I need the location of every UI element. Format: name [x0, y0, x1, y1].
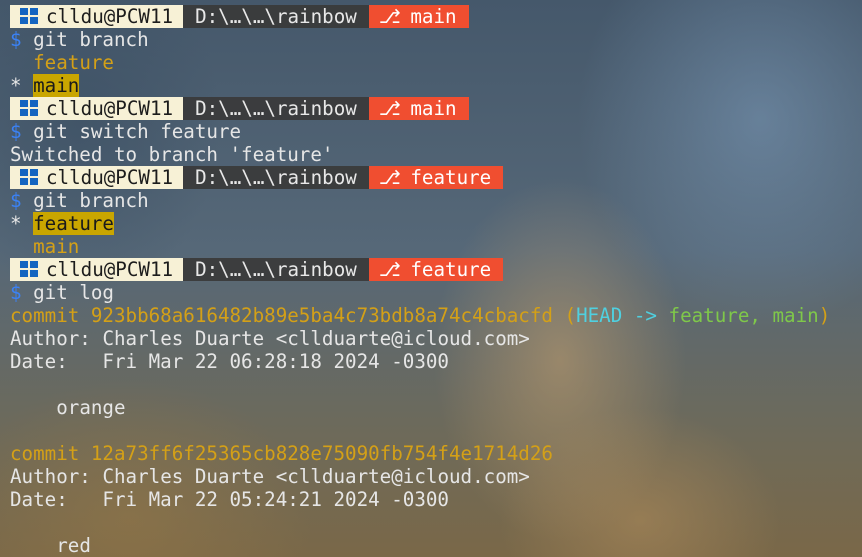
command-line: $ git log — [10, 281, 862, 304]
refs-open: ( — [564, 304, 577, 327]
author-line: Author: Charles Duarte <cllduarte@icloud… — [10, 327, 862, 350]
git-branch-icon: ⎇ — [378, 258, 401, 281]
commit-hash: 12a73ff6f25365cb828e75090fb754f4e1714d26 — [90, 442, 553, 465]
prompt-user: clldu@PCW11 — [46, 5, 174, 28]
current-branch-name: feature — [33, 212, 114, 235]
date-value: Fri Mar 22 05:24:21 2024 -0300 — [102, 488, 449, 511]
terminal-output[interactable]: clldu@PCW11 D:\…\…\rainbow ⎇ main $ git br… — [10, 5, 862, 557]
prompt-branch: feature — [410, 258, 492, 281]
commit-hash: 923bb68a616482b89e5ba4c73bdb8a74c4cbacfd — [90, 304, 553, 327]
windows-logo-icon — [20, 8, 38, 25]
command-output: Switched to branch 'feature' — [10, 143, 334, 166]
branch-refs: feature, main — [668, 304, 819, 327]
prompt-user-segment: clldu@PCW11 — [10, 97, 184, 120]
refs-close: ) — [818, 304, 831, 327]
windows-logo-icon — [20, 261, 38, 278]
prompt-user-segment: clldu@PCW11 — [10, 5, 184, 28]
prompt-path: D:\…\…\rainbow — [183, 166, 369, 189]
windows-logo-icon — [20, 100, 38, 117]
branch-name: main — [33, 235, 80, 258]
windows-logo-icon — [20, 169, 38, 186]
prompt-branch-segment: ⎇ feature — [368, 258, 504, 281]
prompt-user: clldu@PCW11 — [46, 258, 174, 281]
date-value: Fri Mar 22 06:28:18 2024 -0300 — [102, 350, 449, 373]
prompt-user: clldu@PCW11 — [46, 97, 174, 120]
command-text: git switch feature — [33, 120, 242, 143]
commit-label: commit — [10, 442, 80, 465]
prompt-branch-segment: ⎇ main — [368, 5, 469, 28]
prompt-user-segment: clldu@PCW11 — [10, 258, 184, 281]
prompt-line: clldu@PCW11 D:\…\…\rainbow ⎇ main — [10, 5, 862, 28]
commit-label: commit — [10, 304, 80, 327]
date-label: Date: — [10, 488, 68, 511]
current-branch-marker: * — [10, 212, 22, 235]
prompt-branch: feature — [410, 166, 492, 189]
current-branch-marker: * — [10, 74, 22, 97]
author-label: Author: — [10, 465, 91, 488]
prompt-branch: main — [410, 5, 457, 28]
prompt-branch-segment: ⎇ feature — [368, 166, 504, 189]
prompt-line: clldu@PCW11 D:\…\…\rainbow ⎇ feature — [10, 258, 862, 281]
prompt-branch-segment: ⎇ main — [368, 97, 469, 120]
git-branch-icon: ⎇ — [378, 166, 401, 189]
branch-list-item: feature — [10, 51, 862, 74]
author-label: Author: — [10, 327, 91, 350]
command-text: git branch — [33, 189, 149, 212]
prompt-line: clldu@PCW11 D:\…\…\rainbow ⎇ feature — [10, 166, 862, 189]
prompt-symbol: $ — [10, 189, 22, 212]
commit-message-line: red — [10, 534, 862, 557]
commit-message: orange — [56, 396, 126, 419]
current-branch-name: main — [33, 74, 80, 97]
prompt-branch: main — [410, 97, 457, 120]
command-text: git branch — [33, 28, 149, 51]
prompt-user-segment: clldu@PCW11 — [10, 166, 184, 189]
command-line: $ git switch feature — [10, 120, 862, 143]
author-line: Author: Charles Duarte <cllduarte@icloud… — [10, 465, 862, 488]
command-text: git log — [33, 281, 114, 304]
prompt-line: clldu@PCW11 D:\…\…\rainbow ⎇ main — [10, 97, 862, 120]
commit-line: commit 12a73ff6f25365cb828e75090fb754f4e… — [10, 442, 862, 465]
command-line: $ git branch — [10, 28, 862, 51]
prompt-path: D:\…\…\rainbow — [183, 97, 369, 120]
date-line: Date: Fri Mar 22 06:28:18 2024 -0300 — [10, 350, 862, 373]
prompt-user: clldu@PCW11 — [46, 166, 174, 189]
date-label: Date: — [10, 350, 68, 373]
branch-list-item: main — [10, 235, 862, 258]
author-value: Charles Duarte <cllduarte@icloud.com> — [102, 465, 530, 488]
head-ref: HEAD -> — [576, 304, 657, 327]
branch-list-item-current: * main — [10, 74, 862, 97]
prompt-symbol: $ — [10, 28, 22, 51]
commit-message-line: orange — [10, 396, 862, 419]
author-value: Charles Duarte <cllduarte@icloud.com> — [102, 327, 530, 350]
prompt-symbol: $ — [10, 281, 22, 304]
branch-list-item-current: * feature — [10, 212, 862, 235]
prompt-path: D:\…\…\rainbow — [183, 5, 369, 28]
git-branch-icon: ⎇ — [378, 97, 401, 120]
prompt-path: D:\…\…\rainbow — [183, 258, 369, 281]
command-line: $ git branch — [10, 189, 862, 212]
commit-message: red — [56, 534, 91, 557]
commit-line: commit 923bb68a616482b89e5ba4c73bdb8a74c… — [10, 304, 862, 327]
prompt-symbol: $ — [10, 120, 22, 143]
git-branch-icon: ⎇ — [378, 5, 401, 28]
date-line: Date: Fri Mar 22 05:24:21 2024 -0300 — [10, 488, 862, 511]
branch-name: feature — [33, 51, 114, 74]
